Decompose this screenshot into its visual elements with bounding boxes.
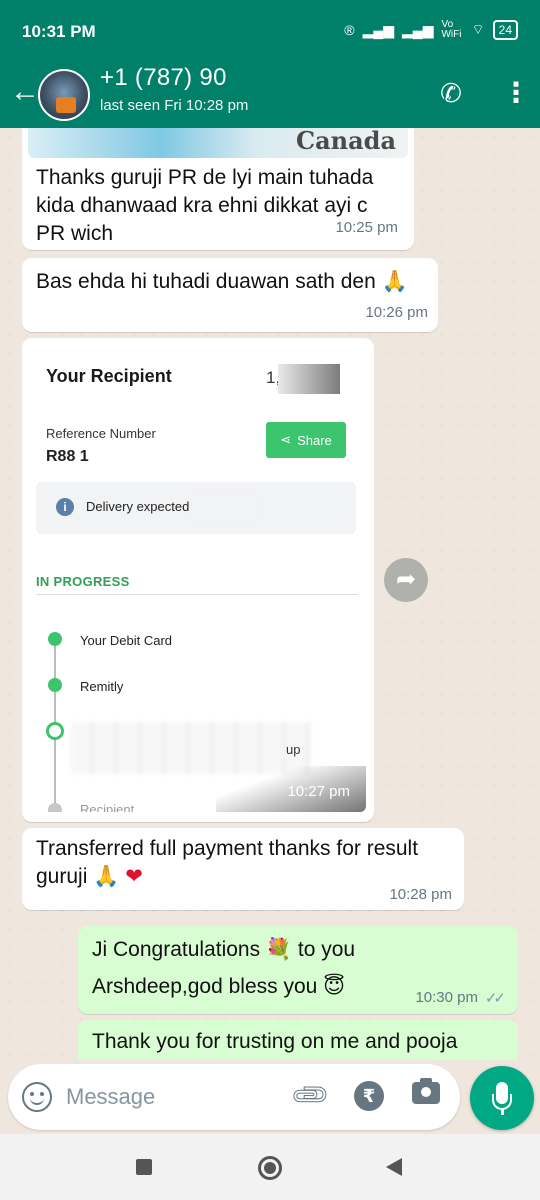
- home-icon[interactable]: [258, 1156, 282, 1180]
- add-call-icon[interactable]: ✆: [436, 78, 466, 108]
- wifi-icon: ⌔: [471, 21, 485, 37]
- redaction: [278, 364, 340, 394]
- more-vertical-icon[interactable]: ⋮: [502, 76, 530, 110]
- mic-icon-base: [501, 1109, 504, 1115]
- message-text: Arshdeep,god bless you 😇: [92, 975, 346, 998]
- receipt-title: Your Recipient: [46, 366, 172, 386]
- avatar[interactable]: [38, 69, 90, 121]
- paperclip-icon[interactable]: 📎︎: [288, 1073, 333, 1118]
- message-text: Transferred full payment thanks for resu…: [36, 835, 446, 891]
- mic-icon-stand: [492, 1094, 512, 1110]
- timeline-label: Remitly: [80, 679, 124, 694]
- last-seen: last seen Fri 10:28 pm: [100, 97, 249, 114]
- share-label: Share: [297, 432, 332, 448]
- timeline-dot: [48, 632, 62, 646]
- timeline-dot-current: [46, 722, 64, 740]
- timeline-label: Recipient: [80, 802, 135, 812]
- timeline-dot: [48, 678, 62, 692]
- message-time: 10:26 pm: [365, 304, 428, 321]
- delivery-box: i Delivery expected: [36, 482, 356, 534]
- image-caption: Canada: [296, 128, 396, 155]
- emoji-icon[interactable]: [22, 1082, 52, 1112]
- message-bubble-incoming[interactable]: Transferred full payment thanks for resu…: [22, 828, 464, 910]
- shared-image[interactable]: Canada: [28, 128, 408, 158]
- redaction: [194, 494, 254, 520]
- timeline-label: up: [286, 742, 301, 757]
- message-bubble-incoming[interactable]: Bas ehda hi tuhadi duawan sath den 🙏 10:…: [22, 258, 438, 332]
- back-triangle-icon[interactable]: [386, 1158, 402, 1176]
- double-check-icon: ✓✓: [484, 990, 506, 1007]
- reference-value: R88 1: [46, 448, 89, 465]
- share-icon: ⋖: [280, 432, 292, 447]
- signal-bars-icon: ▂▄▆: [362, 21, 395, 38]
- signal-bars-icon-2: ▂▄▆: [402, 21, 434, 38]
- status-label: IN PROGRESS: [36, 574, 130, 589]
- message-time: 10:27 pm: [287, 783, 350, 800]
- message-bubble-outgoing[interactable]: Ji Congratulations 💐 to you Arshdeep,god…: [78, 926, 518, 1014]
- signal-icon: ®: [344, 22, 355, 38]
- message-text: Ji Congratulations 💐 to you: [92, 938, 356, 961]
- status-bar: 10:31 PM ® ▂▄▆ ▂▄▆ Vo WiFi ⌔ 24: [0, 0, 540, 62]
- info-icon: i: [56, 498, 74, 516]
- message-text-body: Transferred full payment thanks for resu…: [36, 837, 419, 888]
- message-time: 10:30 pm: [415, 989, 478, 1006]
- camera-icon[interactable]: [412, 1078, 440, 1104]
- receipt-image[interactable]: Your Recipient 1,000 Reference Number R8…: [30, 346, 366, 812]
- delivery-text: Delivery expected: [86, 499, 190, 514]
- reference-label: Reference Number: [46, 426, 156, 441]
- message-text: Thank you for trusting on me and pooja: [92, 1030, 458, 1053]
- heart-emoji: ❤: [125, 865, 143, 888]
- contact-name[interactable]: +1 (787) 90: [100, 64, 227, 92]
- message-bubble-outgoing[interactable]: Thank you for trusting on me and pooja: [78, 1020, 518, 1060]
- recent-apps-icon[interactable]: [136, 1159, 152, 1175]
- network-label: Vo WiFi: [441, 19, 462, 40]
- message-input[interactable]: [66, 1080, 286, 1114]
- system-nav-bar: [0, 1134, 540, 1200]
- name-redaction: [228, 67, 318, 93]
- message-text: Bas ehda hi tuhadi duawan sath den 🙏: [36, 270, 408, 293]
- share-button: ⋖ Share: [266, 422, 346, 458]
- battery-icon: 24: [492, 20, 518, 40]
- timeline-label: Your Debit Card: [80, 633, 173, 648]
- message-time: 10:25 pm: [335, 219, 398, 236]
- message-time: 10:28 pm: [389, 886, 452, 903]
- rupee-icon[interactable]: ₹: [354, 1081, 384, 1111]
- message-bubble-image[interactable]: Your Recipient 1,000 Reference Number R8…: [22, 338, 374, 822]
- mic-button[interactable]: [470, 1066, 534, 1130]
- chat-header: ← +1 (787) 90 last seen Fri 10:28 pm ✆ ⋮: [0, 62, 540, 128]
- message-bubble-incoming[interactable]: Canada Thanks guruji PR de lyi main tuha…: [22, 128, 414, 250]
- arrow-left-icon[interactable]: ←: [10, 77, 40, 107]
- message-composer: 📎︎ ₹: [8, 1064, 460, 1130]
- status-icons: ® ▂▄▆ ▂▄▆ Vo WiFi ⌔ 24: [344, 20, 518, 40]
- forward-icon[interactable]: ➦: [384, 558, 428, 602]
- divider: [36, 594, 358, 595]
- status-time: 10:31 PM: [22, 22, 96, 41]
- redaction: [106, 444, 206, 468]
- chat-area[interactable]: Canada Thanks guruji PR de lyi main tuha…: [0, 128, 540, 1060]
- timeline-dot: [48, 803, 62, 812]
